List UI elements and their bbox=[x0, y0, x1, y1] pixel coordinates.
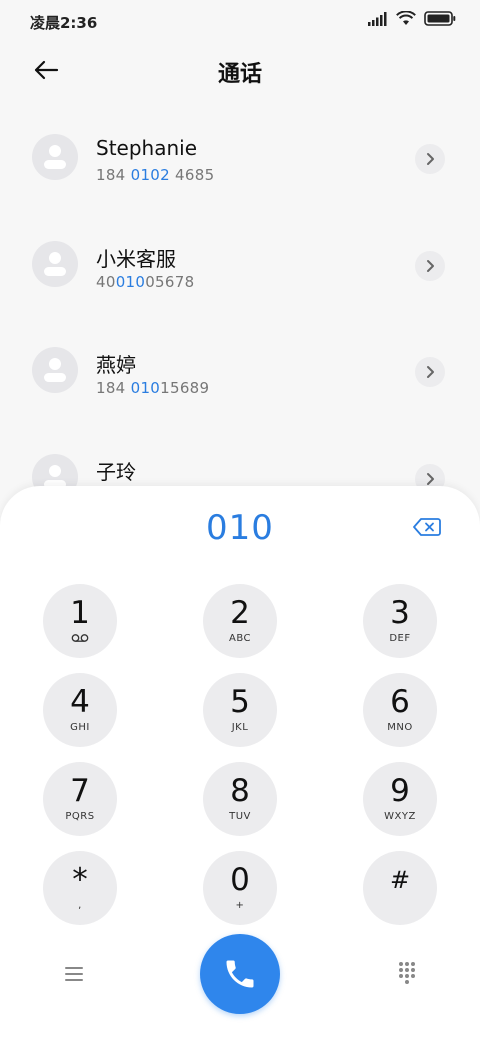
dialpad-toggle-button[interactable] bbox=[392, 958, 422, 988]
key-digit: 8 bbox=[230, 773, 250, 809]
key-9[interactable]: 9 WXYZ bbox=[363, 762, 437, 836]
key-digit: 5 bbox=[230, 684, 250, 720]
key-2[interactable]: 2 ABC bbox=[203, 584, 277, 658]
avatar bbox=[32, 241, 78, 287]
key-digit: 7 bbox=[70, 773, 90, 809]
key-digit: 4 bbox=[70, 684, 90, 720]
contact-name: Stephanie bbox=[96, 136, 198, 160]
wifi-icon bbox=[396, 11, 416, 25]
page-title: 通话 bbox=[217, 62, 262, 87]
key-digit: 9 bbox=[390, 773, 410, 809]
battery-icon bbox=[424, 11, 456, 26]
contact-name: 子玲 bbox=[96, 460, 136, 484]
avatar bbox=[32, 347, 78, 393]
contact-row[interactable]: 燕婷 184 01015689 bbox=[0, 323, 480, 423]
contact-number: 184 01015689 bbox=[96, 379, 210, 397]
key-letters: GHI bbox=[70, 722, 90, 733]
contact-detail-button[interactable] bbox=[415, 357, 445, 387]
key-digit: 2 bbox=[230, 595, 250, 631]
dialer-sheet: 010 1 2 ABC 3 DEF 4 GHI 5 JKL 6 MNO 7 PQ… bbox=[0, 486, 480, 1040]
status-bar: 凌晨2:36 bbox=[0, 0, 480, 40]
key-letters: ABC bbox=[228, 633, 251, 644]
contact-number: 4001005678 bbox=[96, 273, 195, 291]
backspace-icon bbox=[413, 518, 441, 536]
key-4[interactable]: 4 GHI bbox=[43, 673, 117, 747]
contact-name: 小米客服 bbox=[96, 247, 176, 271]
key-letters: JKL bbox=[231, 722, 249, 733]
delete-button[interactable] bbox=[410, 512, 444, 542]
chevron-right-icon bbox=[427, 366, 434, 378]
key-letters: DEF bbox=[389, 633, 411, 644]
key-6[interactable]: 6 MNO bbox=[363, 673, 437, 747]
key-letters: + bbox=[235, 900, 245, 911]
contact-name: 燕婷 bbox=[96, 353, 136, 377]
voicemail-icon bbox=[71, 634, 89, 642]
contact-row[interactable]: Stephanie 184 0102 4685 bbox=[0, 110, 480, 210]
person-icon bbox=[44, 252, 66, 276]
person-icon bbox=[44, 145, 66, 169]
status-time: 凌晨2:36 bbox=[30, 14, 98, 32]
contact-row[interactable]: 小米客服 4001005678 bbox=[0, 217, 480, 317]
key-digit: 1 bbox=[70, 595, 90, 631]
key-letters: MNO bbox=[387, 722, 413, 733]
key-star[interactable]: * , bbox=[43, 851, 117, 925]
contact-number: 184 0102 4685 bbox=[96, 166, 215, 184]
key-hash[interactable]: # bbox=[363, 851, 437, 925]
dialed-number: 010 bbox=[206, 508, 274, 548]
dialpad-icon bbox=[399, 962, 415, 984]
person-icon bbox=[44, 358, 66, 382]
chevron-right-icon bbox=[427, 153, 434, 165]
key-letters bbox=[71, 633, 89, 645]
key-digit: # bbox=[389, 866, 411, 894]
phone-icon bbox=[226, 960, 254, 988]
menu-button[interactable] bbox=[58, 960, 90, 988]
key-1[interactable]: 1 bbox=[43, 584, 117, 658]
contact-detail-button[interactable] bbox=[415, 144, 445, 174]
key-7[interactable]: 7 PQRS bbox=[43, 762, 117, 836]
key-letters: PQRS bbox=[65, 811, 95, 822]
key-0[interactable]: 0 + bbox=[203, 851, 277, 925]
key-5[interactable]: 5 JKL bbox=[203, 673, 277, 747]
status-icons bbox=[368, 11, 456, 26]
key-digit: 0 bbox=[230, 862, 250, 898]
key-digit: 3 bbox=[390, 595, 410, 631]
chevron-right-icon bbox=[427, 260, 434, 272]
signal-icon bbox=[368, 11, 387, 26]
key-8[interactable]: 8 TUV bbox=[203, 762, 277, 836]
contact-detail-button[interactable] bbox=[415, 251, 445, 281]
avatar bbox=[32, 134, 78, 180]
key-digit: * bbox=[72, 862, 88, 898]
key-digit: 6 bbox=[390, 684, 410, 720]
key-letters: , bbox=[78, 900, 82, 911]
key-letters: TUV bbox=[229, 811, 251, 822]
chevron-right-icon bbox=[427, 473, 434, 485]
menu-icon bbox=[65, 967, 83, 981]
key-letters: WXYZ bbox=[384, 811, 416, 822]
key-3[interactable]: 3 DEF bbox=[363, 584, 437, 658]
call-button[interactable] bbox=[200, 934, 280, 1014]
